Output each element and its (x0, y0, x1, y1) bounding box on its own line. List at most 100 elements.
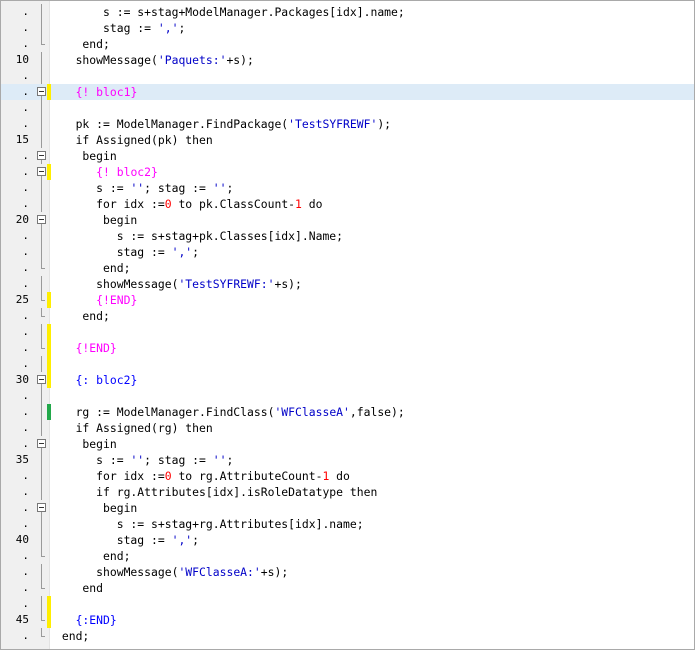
code-text[interactable]: begin (55, 212, 137, 228)
fold-collapse-icon[interactable] (37, 84, 46, 100)
code-text[interactable]: begin (55, 436, 116, 452)
code-text[interactable]: end; (55, 628, 89, 644)
code-line[interactable]: . end; (1, 628, 694, 644)
code-line[interactable]: . s := ''; stag := ''; (1, 180, 694, 196)
code-line[interactable]: 30 {: bloc2} (1, 372, 694, 388)
code-line[interactable]: . end; (1, 260, 694, 276)
code-line[interactable]: 35 s := ''; stag := ''; (1, 452, 694, 468)
code-line[interactable]: . s := s+stag+rg.Attributes[idx].name; (1, 516, 694, 532)
code-line[interactable]: . for idx :=0 to rg.AttributeCount-1 do (1, 468, 694, 484)
code-line[interactable]: . begin (1, 148, 694, 164)
code-line[interactable]: . end (1, 580, 694, 596)
code-text[interactable]: showMessage('Paquets:'+s); (55, 52, 254, 68)
code-line[interactable]: . {! bloc2} (1, 164, 694, 180)
code-text[interactable]: end; (55, 36, 109, 52)
modified-line-marker (47, 292, 51, 308)
code-line[interactable]: . (1, 324, 694, 340)
code-editor[interactable]: . s := s+stag+ModelManager.Packages[idx]… (0, 0, 695, 650)
fold-end-marker (37, 628, 46, 644)
code-text[interactable]: {!END} (55, 340, 117, 356)
code-line[interactable]: . showMessage('TestSYFREWF:'+s); (1, 276, 694, 292)
code-line[interactable]: . showMessage('WFClasseA:'+s); (1, 564, 694, 580)
token: stag := (55, 533, 172, 547)
code-line[interactable]: . if rg.Attributes[idx].isRoleDatatype t… (1, 484, 694, 500)
fold-collapse-icon[interactable] (37, 436, 46, 452)
code-text[interactable]: {: bloc2} (55, 372, 138, 388)
code-text[interactable]: if Assigned(pk) then (55, 132, 213, 148)
code-text[interactable]: for idx :=0 to rg.AttributeCount-1 do (55, 468, 350, 484)
code-line[interactable]: . (1, 68, 694, 84)
code-area[interactable]: . s := s+stag+ModelManager.Packages[idx]… (1, 4, 694, 644)
token-num: 1 (295, 197, 302, 211)
code-text[interactable]: begin (55, 500, 137, 516)
code-line[interactable]: . end; (1, 36, 694, 52)
code-text[interactable]: if Assigned(rg) then (55, 420, 213, 436)
token: for idx := (55, 469, 165, 483)
fold-collapse-icon[interactable] (37, 212, 46, 228)
fold-line (37, 276, 46, 292)
code-line[interactable]: . for idx :=0 to pk.ClassCount-1 do (1, 196, 694, 212)
code-line[interactable]: . end; (1, 548, 694, 564)
code-line[interactable]: . stag := ','; (1, 20, 694, 36)
code-text[interactable]: rg := ModelManager.FindClass('WFClasseA'… (55, 404, 405, 420)
code-text[interactable]: s := s+stag+ModelManager.Packages[idx].n… (55, 4, 405, 20)
fold-collapse-icon[interactable] (37, 372, 46, 388)
code-text[interactable]: {:END} (55, 612, 117, 628)
code-line[interactable]: . (1, 356, 694, 372)
fold-line (37, 228, 46, 244)
code-text[interactable]: end; (55, 308, 109, 324)
code-text[interactable]: for idx :=0 to pk.ClassCount-1 do (55, 196, 322, 212)
code-line[interactable]: 10 showMessage('Paquets:'+s); (1, 52, 694, 68)
code-line[interactable]: . stag := ','; (1, 244, 694, 260)
code-line[interactable]: . s := s+stag+pk.Classes[idx].Name; (1, 228, 694, 244)
code-line[interactable]: 45 {:END} (1, 612, 694, 628)
code-text[interactable]: {!END} (55, 292, 137, 308)
code-line[interactable]: . end; (1, 308, 694, 324)
code-text[interactable]: s := ''; stag := ''; (55, 452, 233, 468)
code-text[interactable]: if rg.Attributes[idx].isRoleDatatype the… (55, 484, 377, 500)
line-number: . (22, 5, 29, 18)
code-line[interactable]: . (1, 388, 694, 404)
code-line[interactable]: 15 if Assigned(pk) then (1, 132, 694, 148)
token-str: '' (212, 453, 227, 467)
line-number: 40 (15, 533, 29, 546)
code-text[interactable]: stag := ','; (55, 532, 199, 548)
code-line[interactable]: . pk := ModelManager.FindPackage('TestSY… (1, 116, 694, 132)
fold-collapse-icon[interactable] (37, 500, 46, 516)
code-text[interactable]: begin (55, 148, 116, 164)
fold-line (37, 196, 46, 212)
token-dir: {!END} (96, 293, 138, 307)
code-text[interactable]: s := ''; stag := ''; (55, 180, 233, 196)
code-line[interactable]: . begin (1, 436, 694, 452)
code-line[interactable]: . rg := ModelManager.FindClass('WFClasse… (1, 404, 694, 420)
code-text[interactable]: end (55, 580, 103, 596)
code-text[interactable]: pk := ModelManager.FindPackage('TestSYFR… (55, 116, 391, 132)
code-line[interactable]: . s := s+stag+ModelManager.Packages[idx]… (1, 4, 694, 20)
code-text[interactable]: stag := ','; (55, 20, 185, 36)
code-line[interactable]: . (1, 596, 694, 612)
code-text[interactable]: s := s+stag+rg.Attributes[idx].name; (55, 516, 364, 532)
code-line[interactable]: 25 {!END} (1, 292, 694, 308)
fold-line (37, 324, 46, 340)
code-text[interactable]: s := s+stag+pk.Classes[idx].Name; (55, 228, 343, 244)
code-text[interactable]: end; (55, 260, 130, 276)
code-text[interactable]: showMessage('TestSYFREWF:'+s); (55, 276, 302, 292)
line-number: . (22, 21, 29, 34)
code-line[interactable]: 40 stag := ','; (1, 532, 694, 548)
code-text[interactable]: showMessage('WFClasseA:'+s); (55, 564, 288, 580)
code-text[interactable]: stag := ','; (55, 244, 199, 260)
fold-line (37, 516, 46, 532)
token: ; (226, 181, 234, 195)
fold-collapse-icon[interactable] (37, 164, 46, 180)
code-text[interactable]: {! bloc2} (55, 164, 158, 180)
fold-collapse-icon[interactable] (37, 148, 46, 164)
code-line[interactable]: . {!END} (1, 340, 694, 356)
code-line[interactable]: . (1, 100, 694, 116)
code-line[interactable]: . {! bloc1} (1, 84, 694, 100)
code-text[interactable]: end; (55, 548, 130, 564)
code-line[interactable]: . if Assigned(rg) then (1, 420, 694, 436)
code-line[interactable]: . begin (1, 500, 694, 516)
code-line[interactable]: 20 begin (1, 212, 694, 228)
code-text[interactable]: {! bloc1} (55, 84, 138, 100)
